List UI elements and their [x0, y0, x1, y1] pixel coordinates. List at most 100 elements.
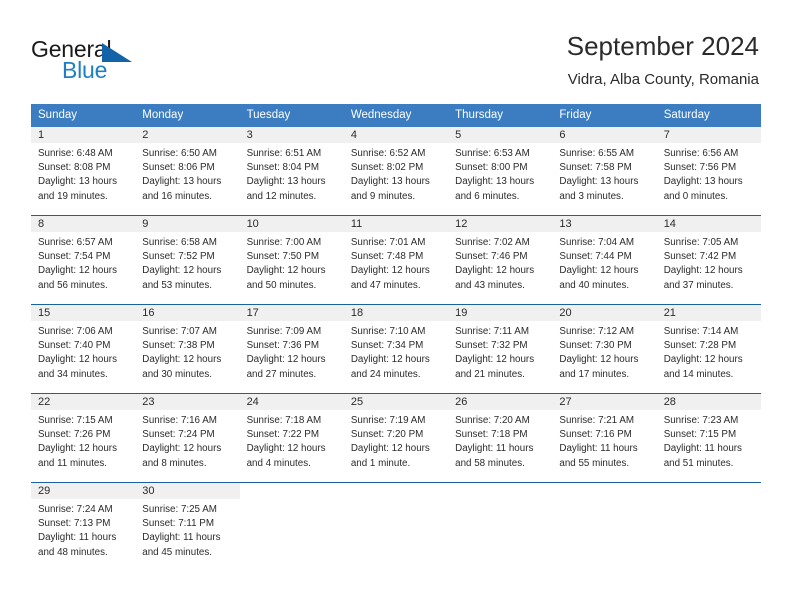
logo-text-blue: Blue [62, 57, 108, 83]
day-cell[interactable]: 14 Sunrise: 7:05 AM Sunset: 7:42 PM Dayl… [656, 216, 761, 304]
sunrise-text: Sunrise: 7:23 AM [663, 415, 739, 426]
daylight-text-line2: and 21 minutes. [455, 368, 525, 380]
day-cell[interactable]: 18 Sunrise: 7:10 AM Sunset: 7:34 PM Dayl… [343, 305, 449, 393]
day-number: 5 [448, 127, 553, 143]
day-details: Sunrise: 6:53 AM Sunset: 8:00 PM Dayligh… [448, 143, 552, 204]
day-cell[interactable]: 4 Sunrise: 6:52 AM Sunset: 8:02 PM Dayli… [343, 127, 449, 215]
day-cell[interactable]: 28 Sunrise: 7:23 AM Sunset: 7:15 PM Dayl… [656, 394, 761, 482]
day-cell[interactable]: 24 Sunrise: 7:18 AM Sunset: 7:22 PM Dayl… [239, 394, 344, 482]
day-cell[interactable]: 6 Sunrise: 6:55 AM Sunset: 7:58 PM Dayli… [552, 127, 657, 215]
sunrise-text: Sunrise: 6:56 AM [663, 148, 739, 159]
sunrise-text: Sunrise: 7:02 AM [455, 237, 530, 248]
day-cell[interactable]: 10 Sunrise: 7:00 AM Sunset: 7:50 PM Dayl… [239, 216, 344, 304]
day-cell[interactable]: 23 Sunrise: 7:16 AM Sunset: 7:24 PM Dayl… [135, 394, 240, 482]
day-cell[interactable]: 9 Sunrise: 6:58 AM Sunset: 7:52 PM Dayli… [135, 216, 240, 304]
day-details: Sunrise: 6:57 AM Sunset: 7:54 PM Dayligh… [31, 232, 135, 293]
sunset-text: Sunset: 7:20 PM [350, 429, 424, 441]
daylight-text-line1: Daylight: 12 hours [350, 265, 430, 277]
day-cell[interactable]: 19 Sunrise: 7:11 AM Sunset: 7:32 PM Dayl… [448, 305, 553, 393]
day-details: Sunrise: 7:07 AM Sunset: 7:38 PM Dayligh… [135, 321, 239, 382]
day-cell[interactable]: 30 Sunrise: 7:25 AM Sunset: 7:11 PM Dayl… [135, 483, 240, 571]
day-details: Sunrise: 7:18 AM Sunset: 7:22 PM Dayligh… [240, 410, 344, 471]
day-cell[interactable]: 5 Sunrise: 6:53 AM Sunset: 8:00 PM Dayli… [448, 127, 553, 215]
day-cell[interactable]: 20 Sunrise: 7:12 AM Sunset: 7:30 PM Dayl… [552, 305, 657, 393]
sunset-text: Sunset: 7:13 PM [38, 518, 111, 530]
day-number: 7 [656, 127, 761, 143]
day-cell-empty [448, 483, 553, 571]
day-cell[interactable]: 12 Sunrise: 7:02 AM Sunset: 7:46 PM Dayl… [448, 216, 553, 304]
page-title: September 2024 [566, 31, 759, 61]
daylight-text-line1: Daylight: 12 hours [350, 354, 430, 366]
sunset-text: Sunset: 7:30 PM [559, 340, 632, 352]
day-number: 11 [343, 216, 449, 232]
day-cell[interactable]: 15 Sunrise: 7:06 AM Sunset: 7:40 PM Dayl… [31, 305, 136, 393]
day-cell[interactable]: 7 Sunrise: 6:56 AM Sunset: 7:56 PM Dayli… [656, 127, 761, 215]
daylight-text-line2: and 19 minutes. [38, 190, 108, 202]
day-number: 6 [552, 127, 657, 143]
day-cell-empty [239, 483, 344, 571]
weekday-header-thursday: Thursday [455, 109, 504, 121]
daylight-text-line2: and 27 minutes. [246, 368, 317, 380]
day-cell[interactable]: 22 Sunrise: 7:15 AM Sunset: 7:26 PM Dayl… [31, 394, 136, 482]
weekday-header-sunday: Sunday [38, 109, 78, 121]
sunset-text: Sunset: 7:11 PM [142, 518, 214, 530]
day-cell[interactable]: 26 Sunrise: 7:20 AM Sunset: 7:18 PM Dayl… [448, 394, 553, 482]
day-details: Sunrise: 6:56 AM Sunset: 7:56 PM Dayligh… [657, 143, 761, 204]
sunset-text: Sunset: 8:06 PM [142, 162, 215, 174]
day-cell[interactable]: 27 Sunrise: 7:21 AM Sunset: 7:16 PM Dayl… [552, 394, 657, 482]
sunset-text: Sunset: 8:08 PM [38, 162, 111, 174]
daylight-text-line1: Daylight: 12 hours [246, 443, 326, 455]
day-cell[interactable]: 8 Sunrise: 6:57 AM Sunset: 7:54 PM Dayli… [31, 216, 136, 304]
day-cell-empty [656, 483, 761, 571]
sunrise-text: Sunrise: 6:50 AM [142, 148, 217, 159]
weekday-header-friday: Friday [559, 109, 592, 121]
calendar-page: General Blue September 2024 Vidra, Alba … [0, 0, 792, 612]
sunset-text: Sunset: 7:44 PM [559, 251, 632, 263]
day-cell[interactable]: 11 Sunrise: 7:01 AM Sunset: 7:48 PM Dayl… [343, 216, 449, 304]
daylight-text-line2: and 8 minutes. [142, 457, 207, 469]
day-details: Sunrise: 7:21 AM Sunset: 7:16 PM Dayligh… [552, 410, 656, 471]
daylight-text-line2: and 0 minutes. [663, 190, 728, 202]
day-number: 10 [239, 216, 344, 232]
day-details: Sunrise: 7:11 AM Sunset: 7:32 PM Dayligh… [448, 321, 552, 382]
day-cell[interactable]: 13 Sunrise: 7:04 AM Sunset: 7:44 PM Dayl… [552, 216, 657, 304]
day-details: Sunrise: 7:02 AM Sunset: 7:46 PM Dayligh… [448, 232, 552, 293]
daylight-text-line1: Daylight: 12 hours [455, 354, 535, 366]
sunrise-text: Sunrise: 6:53 AM [455, 148, 530, 159]
day-details: Sunrise: 6:52 AM Sunset: 8:02 PM Dayligh… [344, 143, 448, 204]
sunset-text: Sunset: 7:50 PM [246, 251, 319, 263]
day-number [552, 483, 657, 499]
day-details: Sunrise: 7:10 AM Sunset: 7:34 PM Dayligh… [344, 321, 448, 382]
week-row: 22 Sunrise: 7:15 AM Sunset: 7:26 PM Dayl… [31, 393, 761, 482]
day-details: Sunrise: 7:20 AM Sunset: 7:18 PM Dayligh… [448, 410, 552, 471]
daylight-text-line2: and 17 minutes. [559, 368, 630, 380]
daylight-text-line1: Daylight: 11 hours [559, 443, 638, 455]
day-cell[interactable]: 21 Sunrise: 7:14 AM Sunset: 7:28 PM Dayl… [656, 305, 761, 393]
day-cell[interactable]: 2 Sunrise: 6:50 AM Sunset: 8:06 PM Dayli… [135, 127, 240, 215]
weekday-header-row: Sunday Monday Tuesday Wednesday Thursday… [31, 104, 761, 127]
day-number: 13 [552, 216, 657, 232]
daylight-text-line1: Daylight: 11 hours [142, 532, 221, 544]
day-number: 12 [448, 216, 553, 232]
day-details: Sunrise: 7:14 AM Sunset: 7:28 PM Dayligh… [657, 321, 761, 382]
day-number: 21 [656, 305, 761, 321]
sunrise-text: Sunrise: 7:10 AM [350, 326, 426, 337]
day-cell[interactable]: 16 Sunrise: 7:07 AM Sunset: 7:38 PM Dayl… [135, 305, 240, 393]
sunset-text: Sunset: 7:24 PM [142, 429, 215, 441]
sunrise-text: Sunrise: 7:07 AM [142, 326, 217, 337]
sunrise-text: Sunrise: 6:52 AM [350, 148, 426, 159]
sunrise-text: Sunrise: 7:01 AM [350, 237, 426, 248]
sunrise-text: Sunrise: 7:18 AM [246, 415, 322, 426]
day-details: Sunrise: 7:15 AM Sunset: 7:26 PM Dayligh… [31, 410, 135, 471]
day-details: Sunrise: 7:23 AM Sunset: 7:15 PM Dayligh… [657, 410, 761, 471]
day-cell[interactable]: 3 Sunrise: 6:51 AM Sunset: 8:04 PM Dayli… [239, 127, 344, 215]
daylight-text-line2: and 53 minutes. [142, 279, 212, 291]
day-cell[interactable]: 25 Sunrise: 7:19 AM Sunset: 7:20 PM Dayl… [343, 394, 449, 482]
day-cell[interactable]: 1 Sunrise: 6:48 AM Sunset: 8:08 PM Dayli… [31, 127, 136, 215]
weekday-header-saturday: Saturday [663, 109, 710, 121]
day-cell[interactable]: 29 Sunrise: 7:24 AM Sunset: 7:13 PM Dayl… [31, 483, 136, 571]
day-cell[interactable]: 17 Sunrise: 7:09 AM Sunset: 7:36 PM Dayl… [239, 305, 344, 393]
day-details: Sunrise: 7:04 AM Sunset: 7:44 PM Dayligh… [552, 232, 656, 293]
weekday-header-wednesday: Wednesday [350, 109, 412, 121]
daylight-text-line1: Daylight: 12 hours [663, 354, 743, 366]
